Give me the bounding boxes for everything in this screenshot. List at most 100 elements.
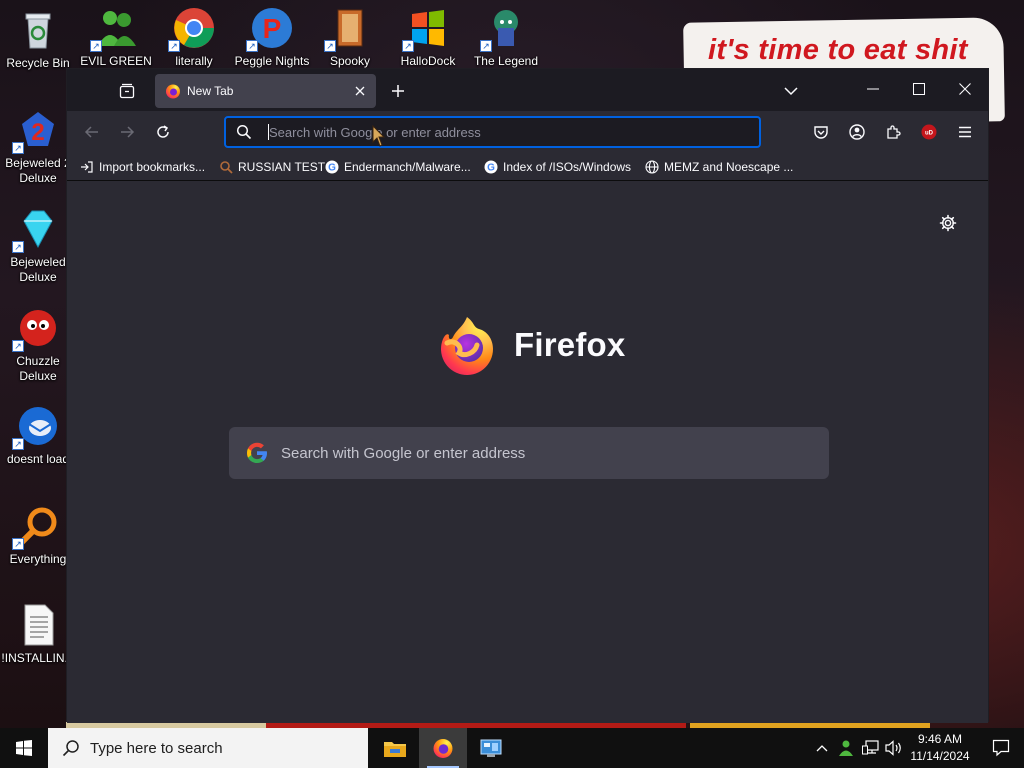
- shortcut-arrow-icon: ↗: [12, 142, 24, 154]
- desktop-icon-label: EVIL GREEN: [80, 54, 152, 68]
- ublock-origin-button[interactable]: uD: [917, 120, 941, 144]
- bookmark-memz-noescape[interactable]: MEMZ and Noescape ...: [645, 157, 793, 177]
- account-button[interactable]: [845, 120, 869, 144]
- desktop-icon-label: Bejeweled Deluxe: [10, 255, 66, 284]
- app-menu-button[interactable]: [953, 120, 977, 144]
- desktop-icon-everything[interactable]: ↗ Everything: [0, 504, 76, 567]
- desktop-icon-bejeweled[interactable]: ↗ Bejeweled Deluxe: [0, 207, 76, 285]
- pocket-button[interactable]: [809, 120, 833, 144]
- desktop-icon-spooky[interactable]: ↗ Spooky: [312, 6, 388, 69]
- desktop-icon-peggle-nights[interactable]: P ↗ Peggle Nights: [234, 6, 310, 69]
- shortcut-arrow-icon: ↗: [246, 40, 258, 52]
- desktop-icon-literally[interactable]: ↗ literally: [156, 6, 232, 69]
- clock-time: 9:46 AM: [917, 732, 963, 746]
- address-input[interactable]: [269, 120, 759, 144]
- search-icon: [236, 124, 252, 140]
- personalize-new-tab-button[interactable]: [936, 211, 960, 235]
- shortcut-arrow-icon: ↗: [12, 438, 24, 450]
- action-center-button[interactable]: [978, 728, 1024, 768]
- extensions-button[interactable]: [881, 120, 905, 144]
- import-icon: [80, 160, 94, 174]
- firefox-view-button[interactable]: [115, 79, 139, 103]
- windows-logo-icon: ↗: [402, 6, 450, 52]
- taskbar-file-explorer[interactable]: [371, 728, 419, 768]
- address-bar[interactable]: [224, 116, 761, 148]
- start-button[interactable]: [0, 728, 48, 768]
- taskbar: 9:46 AM 11/14/2024: [0, 728, 1024, 768]
- desktop-icon-doesnt-load[interactable]: ↗ doesnt load: [0, 404, 76, 467]
- list-all-tabs-button[interactable]: [779, 79, 803, 103]
- shortcut-arrow-icon: ↗: [480, 40, 492, 52]
- desktop-icon-label: Spooky: [329, 54, 371, 68]
- taskbar-clock[interactable]: 9:46 AM 11/14/2024: [904, 731, 976, 765]
- reload-icon: [157, 125, 169, 138]
- desktop-icon-label: !INSTALLIN...: [1, 651, 75, 665]
- desktop-icon-recycle-bin[interactable]: Recycle Bin: [0, 8, 76, 71]
- window-minimize-button[interactable]: [853, 69, 893, 109]
- desktop-icon-evil-green[interactable]: ↗ EVIL GREEN: [78, 6, 154, 69]
- new-tab-search-input[interactable]: [281, 444, 829, 462]
- ublock-origin-icon: uD: [921, 124, 937, 140]
- shortcut-arrow-icon: ↗: [402, 40, 414, 52]
- shortcut-arrow-icon: ↗: [324, 40, 336, 52]
- pocket-icon: [814, 126, 828, 139]
- bookmark-label: Import bookmarks...: [99, 160, 206, 174]
- close-icon: [959, 83, 971, 95]
- tab-new-tab[interactable]: New Tab: [155, 74, 376, 108]
- desktop-icon-label: The Legend: [473, 54, 539, 68]
- desktop-icon-installing[interactable]: !INSTALLIN...: [0, 603, 76, 666]
- desktop-icon-label: doesnt load: [6, 452, 70, 466]
- desktop-icon-chuzzle[interactable]: ↗ Chuzzle Deluxe: [0, 306, 76, 384]
- taskbar-control-panel[interactable]: [467, 728, 515, 768]
- bookmark-label: MEMZ and Noescape ...: [664, 160, 794, 174]
- firefox-icon: [433, 739, 453, 758]
- taskbar-search-box[interactable]: [48, 728, 368, 768]
- tray-user-status[interactable]: [836, 738, 856, 758]
- arrow-left-icon: [84, 126, 98, 138]
- window-maximize-button[interactable]: [899, 69, 939, 109]
- taskbar-firefox[interactable]: [419, 728, 467, 768]
- back-button[interactable]: [80, 120, 104, 144]
- messenger-icon: ↗: [90, 6, 138, 52]
- bookmark-endermanch-malware[interactable]: G Endermanch/Malware...: [325, 157, 471, 177]
- close-icon: [355, 86, 365, 96]
- svg-text:P: P: [263, 13, 282, 44]
- navigation-toolbar: uD: [67, 111, 988, 153]
- shortcut-arrow-icon: ↗: [12, 538, 24, 550]
- tab-close-button[interactable]: [348, 79, 372, 103]
- bookmark-import[interactable]: Import bookmarks...: [80, 157, 205, 177]
- gear-icon: [939, 214, 957, 232]
- desktop-icon-bejeweled-2[interactable]: 2 ↗ Bejeweled 2 Deluxe: [0, 108, 76, 186]
- tab-title: New Tab: [187, 84, 234, 98]
- clock-date: 11/14/2024: [910, 749, 970, 763]
- mouse-cursor-icon: [372, 125, 386, 147]
- reload-button[interactable]: [151, 120, 175, 144]
- desktop-icon-hallodock[interactable]: ↗ HalloDock: [390, 6, 466, 69]
- hamburger-menu-icon: [959, 126, 971, 138]
- tray-network[interactable]: [861, 738, 881, 758]
- bookmark-russian-test[interactable]: RUSSIAN TEST: [219, 157, 325, 177]
- window-close-button[interactable]: [945, 69, 985, 109]
- bookmark-index-isos-windows[interactable]: G Index of /ISOs/Windows: [484, 157, 631, 177]
- puzzle-icon: [887, 125, 901, 139]
- maximize-icon: [913, 83, 925, 95]
- shortcut-arrow-icon: ↗: [12, 241, 24, 253]
- desktop-icon-the-legend[interactable]: ↗ The Legend: [468, 6, 544, 69]
- taskbar-search-input[interactable]: [90, 739, 350, 757]
- file-explorer-icon: [384, 742, 406, 757]
- legend-icon: ↗: [480, 6, 528, 52]
- forward-button[interactable]: [115, 120, 139, 144]
- bookmark-label: Endermanch/Malware...: [344, 160, 471, 174]
- new-tab-button[interactable]: [386, 79, 410, 103]
- arrow-right-icon: [121, 126, 135, 138]
- tray-volume[interactable]: [884, 738, 904, 758]
- show-hidden-icons-button[interactable]: [812, 738, 832, 758]
- chuzzle-icon: ↗: [12, 306, 60, 352]
- chevron-down-icon: [784, 87, 798, 96]
- control-panel-icon: [480, 739, 502, 757]
- desktop-icon-label: literally: [175, 54, 213, 68]
- user-status-icon: [839, 740, 853, 756]
- title-bar[interactable]: New Tab: [67, 69, 988, 111]
- desktop-icon-label: HalloDock: [400, 54, 456, 68]
- new-tab-search-box[interactable]: [229, 427, 829, 479]
